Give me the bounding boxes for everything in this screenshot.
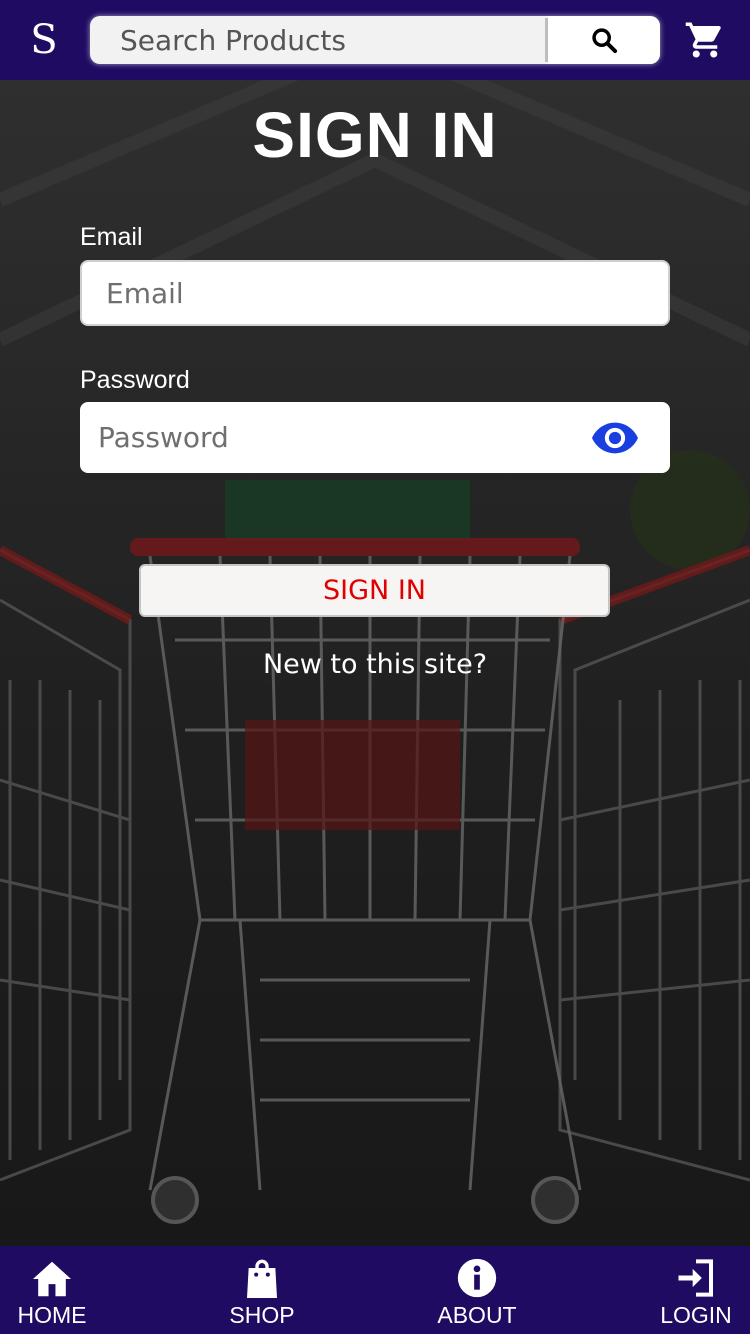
search-icon bbox=[592, 28, 618, 54]
cart-icon bbox=[685, 22, 721, 58]
nav-label-login: LOGIN bbox=[660, 1302, 732, 1328]
nav-label-about: ABOUT bbox=[437, 1302, 517, 1328]
email-field[interactable] bbox=[80, 260, 670, 326]
site-logo[interactable]: S bbox=[28, 18, 60, 62]
login-icon bbox=[678, 1259, 713, 1297]
password-label: Password bbox=[80, 366, 190, 394]
password-field[interactable] bbox=[80, 402, 580, 473]
bottom-nav-bar: HOME SHOP ABOUT LOGIN bbox=[0, 1246, 750, 1334]
register-link[interactable]: New to this site? bbox=[0, 646, 750, 684]
nav-label-shop: SHOP bbox=[229, 1302, 295, 1328]
password-field-container bbox=[80, 402, 670, 473]
nav-item-login[interactable]: LOGIN bbox=[652, 1246, 740, 1334]
nav-label-home: HOME bbox=[17, 1302, 87, 1328]
sign-in-button[interactable]: SIGN IN bbox=[139, 564, 610, 617]
nav-item-about[interactable]: ABOUT bbox=[432, 1246, 522, 1334]
search-bar bbox=[90, 16, 660, 64]
email-label: Email bbox=[80, 223, 143, 251]
nav-item-shop[interactable]: SHOP bbox=[218, 1246, 306, 1334]
home-icon bbox=[33, 1261, 71, 1297]
nav-item-home[interactable]: HOME bbox=[8, 1246, 96, 1334]
cart-button[interactable] bbox=[682, 18, 728, 62]
search-button[interactable] bbox=[548, 16, 660, 64]
shopping-bag-icon bbox=[247, 1259, 277, 1298]
page-title: SIGN IN bbox=[252, 99, 498, 171]
toggle-password-visibility-button[interactable] bbox=[592, 418, 638, 458]
top-nav-bar: S bbox=[0, 0, 750, 80]
eye-icon bbox=[592, 422, 638, 454]
search-input[interactable] bbox=[90, 16, 545, 64]
info-icon bbox=[457, 1258, 497, 1298]
